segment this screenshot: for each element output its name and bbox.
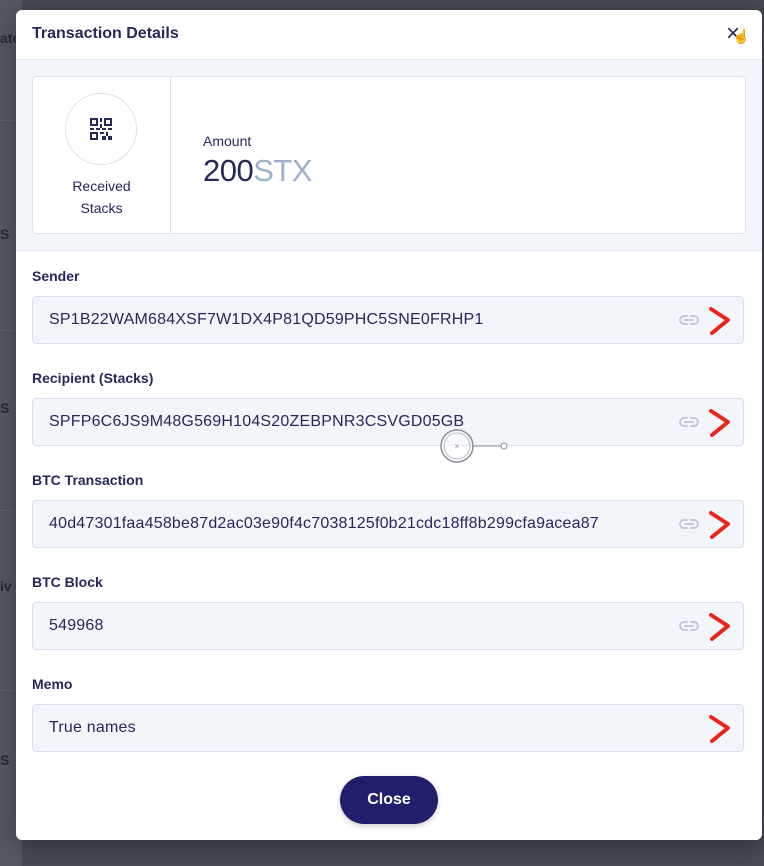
field-btc-block: BTC Block 549968 — [32, 574, 744, 676]
field-recipient: Recipient (Stacks) SPFP6C6JS9M48G569H104… — [32, 370, 744, 472]
annotation-arrow-icon — [709, 307, 730, 335]
background-text: S — [0, 752, 10, 768]
amount-display: 200STX — [203, 153, 313, 189]
modal-title: Transaction Details — [32, 25, 179, 42]
field-box[interactable]: True names — [32, 704, 744, 752]
amount-section: Amount 200STX — [171, 77, 745, 233]
amount-label: Amount — [203, 133, 252, 149]
btc-transaction-hash[interactable]: 40d47301faa458be87d2ac03e90f4c7038125f0b… — [49, 515, 599, 533]
amount-unit: STX — [253, 153, 313, 188]
transaction-details-modal: Transaction Details × ☝ Received Stacks … — [16, 10, 762, 840]
qr-code-icon — [90, 118, 112, 140]
drag-handle-icon[interactable]: × — [440, 428, 530, 464]
annotation-arrow-icon — [709, 613, 730, 641]
btc-block-number[interactable]: 549968 — [49, 617, 104, 635]
field-btc-transaction: BTC Transaction 40d47301faa458be87d2ac03… — [32, 472, 744, 574]
background-text: S — [0, 226, 10, 242]
field-label: Sender — [32, 268, 80, 284]
field-sender: Sender SP1B22WAM684XSF7W1DX4P81QD59PHC5S… — [32, 268, 744, 370]
field-box[interactable]: 40d47301faa458be87d2ac03e90f4c7038125f0b… — [32, 500, 744, 548]
annotation-arrow-icon — [709, 511, 730, 539]
close-button[interactable]: Close — [340, 776, 438, 824]
recipient-address[interactable]: SPFP6C6JS9M48G569H104S20ZEBPNR3CSVGD05GB — [49, 413, 464, 431]
detail-fields: Sender SP1B22WAM684XSF7W1DX4P81QD59PHC5S… — [32, 268, 744, 778]
type-label: Received Stacks — [33, 175, 170, 219]
field-label: Recipient (Stacks) — [32, 370, 154, 386]
type-label-line1: Received — [72, 178, 131, 194]
field-label: BTC Transaction — [32, 472, 144, 488]
link-icon[interactable] — [679, 312, 699, 328]
field-box[interactable]: 549968 — [32, 602, 744, 650]
memo-text[interactable]: True names — [49, 719, 136, 737]
annotation-arrow-icon — [709, 715, 730, 743]
type-icon-circle — [65, 93, 137, 165]
type-label-line2: Stacks — [80, 200, 123, 216]
background-text: S — [0, 400, 10, 416]
svg-text:×: × — [455, 442, 460, 451]
transaction-type: Received Stacks — [33, 77, 171, 233]
sender-address[interactable]: SP1B22WAM684XSF7W1DX4P81QD59PHC5SNE0FRHP… — [49, 311, 483, 329]
link-icon[interactable] — [679, 516, 699, 532]
field-label: Memo — [32, 676, 73, 692]
field-box[interactable]: SP1B22WAM684XSF7W1DX4P81QD59PHC5SNE0FRHP… — [32, 296, 744, 344]
field-label: BTC Block — [32, 574, 103, 590]
field-memo: Memo True names — [32, 676, 744, 778]
modal-header: Transaction Details × ☝ — [16, 10, 762, 60]
link-icon[interactable] — [679, 414, 699, 430]
link-icon[interactable] — [679, 618, 699, 634]
field-box[interactable]: SPFP6C6JS9M48G569H104S20ZEBPNR3CSVGD05GB — [32, 398, 744, 446]
hand-cursor-icon: ☝ — [732, 28, 750, 44]
amount-value: 200 — [203, 153, 254, 188]
summary-card: Received Stacks Amount 200STX — [32, 76, 746, 234]
annotation-arrow-icon — [709, 409, 730, 437]
background-text: iv — [0, 578, 12, 594]
summary-area: Received Stacks Amount 200STX — [16, 60, 762, 251]
